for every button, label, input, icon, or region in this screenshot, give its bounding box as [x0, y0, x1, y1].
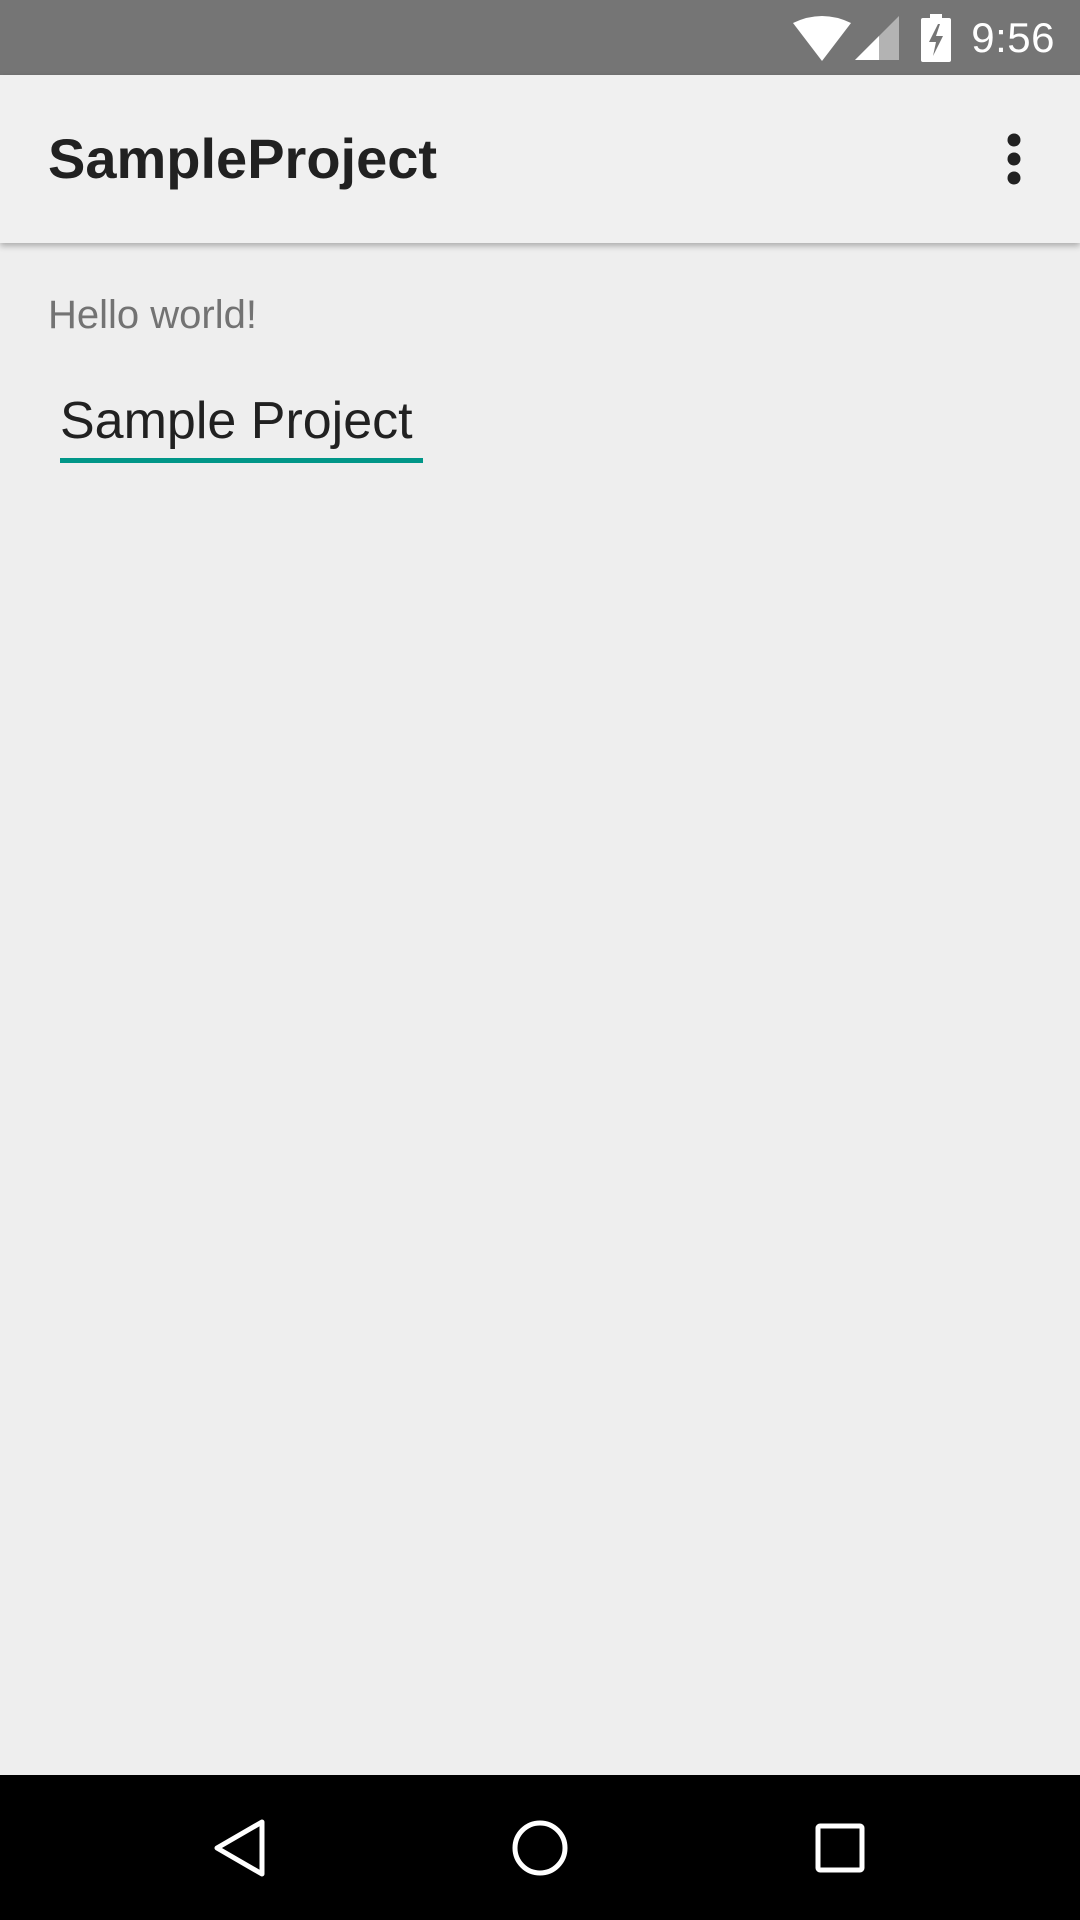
wifi-icon — [793, 15, 852, 61]
status-icons: 9:56 — [793, 0, 1055, 75]
status-clock: 9:56 — [971, 14, 1055, 61]
hello-text: Hello world! — [48, 293, 257, 337]
screen: 9:56 SampleProject Hello world! — [0, 0, 1080, 1920]
navigation-bar — [0, 1775, 1080, 1920]
battery-charging-icon — [921, 13, 952, 62]
home-button[interactable] — [460, 1775, 620, 1920]
main-content: Hello world! — [0, 243, 1080, 1775]
app-title: SampleProject — [48, 127, 438, 190]
recents-icon — [815, 1823, 865, 1872]
recents-button[interactable] — [760, 1775, 920, 1920]
app-bar: SampleProject — [0, 75, 1080, 243]
home-icon — [512, 1820, 568, 1875]
cell-signal-icon — [855, 15, 900, 60]
sample-edit-field[interactable] — [60, 383, 423, 463]
status-bar: 9:56 — [0, 0, 1080, 75]
back-button[interactable] — [160, 1775, 320, 1920]
sample-edit-input[interactable] — [60, 383, 423, 458]
overflow-menu-button[interactable] — [960, 105, 1068, 213]
more-vert-icon — [1007, 133, 1021, 185]
back-icon — [214, 1819, 265, 1876]
